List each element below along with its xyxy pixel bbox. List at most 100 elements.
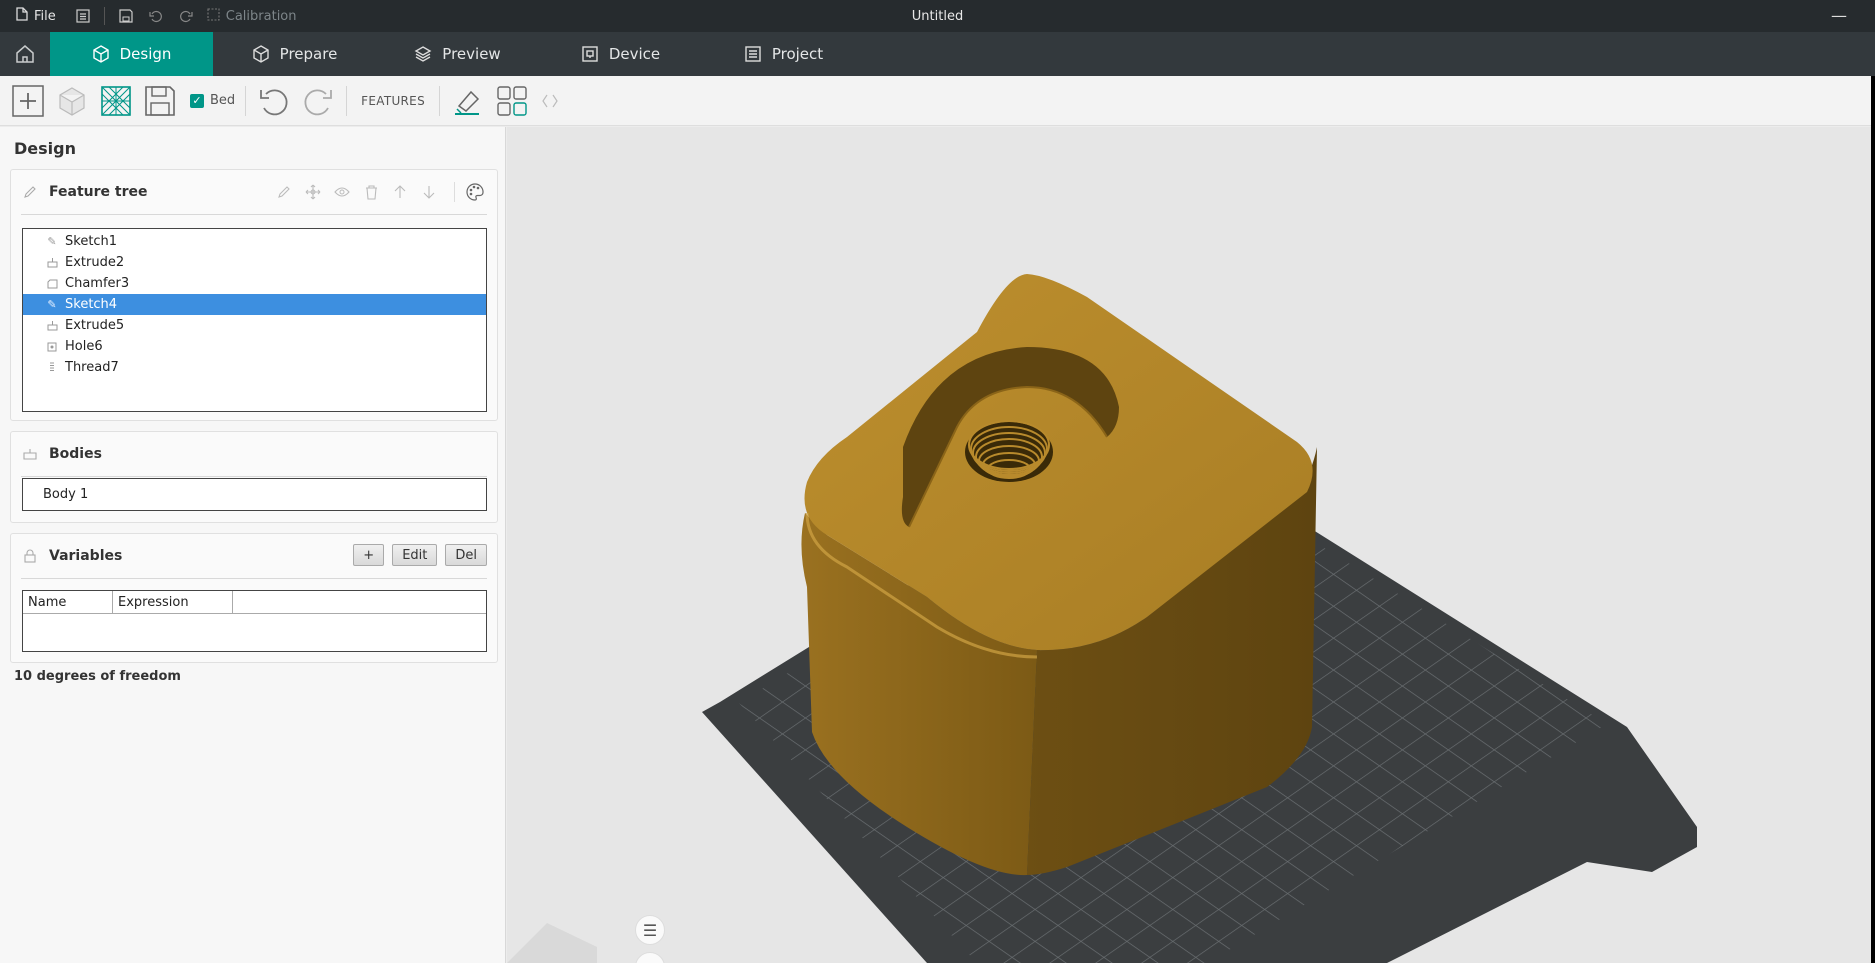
mesh-icon bbox=[101, 85, 131, 116]
degrees-of-freedom-status: 10 degrees of freedom bbox=[14, 669, 181, 684]
tab-prepare[interactable]: Prepare bbox=[213, 32, 376, 76]
tab-preview-label: Preview bbox=[442, 45, 501, 63]
move-up-arrow-icon[interactable] bbox=[390, 182, 410, 202]
header-rule bbox=[21, 578, 487, 579]
add-variable-button[interactable]: + bbox=[353, 544, 385, 566]
panel-title: Design bbox=[14, 139, 76, 158]
bed-checkbox[interactable]: ✓ bbox=[190, 93, 204, 108]
tree-item-extrude2[interactable]: Extrude2 bbox=[23, 252, 486, 273]
feature-tree-title: Feature tree bbox=[49, 184, 148, 200]
minimize-icon[interactable]: — bbox=[1831, 6, 1847, 25]
tree-item-label: Extrude2 bbox=[65, 255, 125, 270]
toolbar-divider bbox=[438, 85, 440, 116]
tree-item-chamfer3[interactable]: Chamfer3 bbox=[23, 273, 486, 294]
mesh-button[interactable] bbox=[98, 83, 134, 119]
tree-item-label: Sketch1 bbox=[65, 234, 118, 249]
tree-item-label: Extrude5 bbox=[65, 318, 125, 333]
pattern-button[interactable] bbox=[494, 83, 530, 119]
header-rule bbox=[21, 214, 487, 215]
pencil-icon: ✎ bbox=[47, 235, 57, 248]
toolbar-divider bbox=[346, 85, 348, 116]
feature-tree-actions bbox=[274, 182, 439, 202]
add-button[interactable] bbox=[10, 83, 46, 119]
delete-trash-icon[interactable] bbox=[361, 182, 381, 202]
visibility-eye-icon[interactable] bbox=[332, 182, 352, 202]
features-label: FEATURES bbox=[361, 93, 425, 108]
tab-project[interactable]: Project bbox=[702, 32, 865, 76]
toolbar-divider bbox=[245, 85, 247, 116]
calibration-menu[interactable]: Calibration bbox=[207, 0, 297, 32]
printer-icon bbox=[582, 46, 598, 62]
edit-feature-icon[interactable] bbox=[274, 182, 294, 202]
tree-item-label: Thread7 bbox=[65, 360, 119, 375]
extrude-icon bbox=[45, 320, 59, 331]
tree-item-sketch4[interactable]: ✎ Sketch4 bbox=[23, 294, 486, 315]
document-list-icon bbox=[745, 46, 761, 62]
variables-title: Variables bbox=[49, 548, 123, 564]
title-bar: File Calibration Untitled — bbox=[0, 0, 1875, 32]
thread-icon bbox=[45, 362, 59, 373]
3d-viewport[interactable]: ☰ bbox=[507, 127, 1875, 963]
cube-outline-icon bbox=[252, 45, 269, 63]
column-expression[interactable]: Expression bbox=[113, 591, 233, 613]
header-rule bbox=[21, 476, 487, 477]
layers-icon bbox=[414, 46, 432, 62]
lock-icon bbox=[11, 549, 49, 563]
home-button[interactable] bbox=[0, 32, 50, 76]
import-step-button[interactable] bbox=[54, 83, 90, 119]
chamfer-icon bbox=[45, 279, 59, 289]
bed-toggle[interactable]: ✓ Bed bbox=[190, 93, 235, 108]
chevron-left-right-icon bbox=[542, 94, 558, 107]
body-item[interactable]: Body 1 bbox=[43, 487, 88, 502]
extrude-icon bbox=[45, 257, 59, 268]
tree-item-thread7[interactable]: Thread7 bbox=[23, 357, 486, 378]
palette-icon[interactable] bbox=[463, 180, 487, 204]
redo-button[interactable] bbox=[300, 83, 336, 119]
pattern-icon bbox=[497, 85, 527, 116]
tree-item-label: Chamfer3 bbox=[65, 276, 130, 291]
tab-project-label: Project bbox=[771, 45, 824, 63]
tab-design[interactable]: Design bbox=[50, 32, 213, 76]
step-cube-icon bbox=[59, 86, 85, 116]
pencil-icon: ✎ bbox=[47, 298, 57, 311]
file-menu[interactable]: File bbox=[16, 0, 56, 32]
viewport-menu-icon[interactable]: ☰ bbox=[635, 915, 665, 945]
body-icon bbox=[11, 448, 49, 460]
delete-variable-button[interactable]: Del bbox=[445, 544, 487, 566]
tab-device[interactable]: Device bbox=[539, 32, 702, 76]
tab-preview[interactable]: Preview bbox=[376, 32, 539, 76]
add-box-icon bbox=[12, 84, 44, 117]
bodies-list: Body 1 bbox=[22, 478, 487, 511]
feature-tree-list: ✎ Sketch1 Extrude2 Chamfer3 ✎ Sketch4 Ex… bbox=[22, 228, 487, 412]
move-feature-icon[interactable] bbox=[303, 182, 323, 202]
sketch-eraser-icon bbox=[454, 90, 480, 115]
floppy-icon bbox=[145, 85, 175, 116]
window-right-edge bbox=[1871, 76, 1875, 963]
redo-icon[interactable] bbox=[171, 0, 201, 32]
tree-item-hole6[interactable]: Hole6 bbox=[23, 336, 486, 357]
sketch-button[interactable] bbox=[450, 83, 486, 119]
move-down-arrow-icon[interactable] bbox=[419, 182, 439, 202]
tree-item-label: Sketch4 bbox=[65, 297, 118, 312]
save-design-button[interactable] bbox=[142, 83, 178, 119]
undo-button[interactable] bbox=[256, 83, 292, 119]
variables-table-header: Name Expression bbox=[23, 591, 486, 614]
bodies-title: Bodies bbox=[49, 446, 102, 462]
bed-label: Bed bbox=[210, 93, 236, 108]
calibration-icon bbox=[207, 7, 220, 25]
titlebar-divider bbox=[103, 7, 105, 25]
calibration-label: Calibration bbox=[225, 8, 297, 24]
edit-variable-button[interactable]: Edit bbox=[392, 544, 438, 566]
list-menu-icon[interactable] bbox=[68, 0, 98, 32]
tree-item-sketch1[interactable]: ✎ Sketch1 bbox=[23, 231, 486, 252]
home-icon bbox=[16, 45, 34, 63]
save-icon[interactable] bbox=[111, 0, 141, 32]
column-name[interactable]: Name bbox=[23, 591, 113, 613]
scroll-features-button[interactable] bbox=[538, 83, 562, 119]
undo-icon[interactable] bbox=[141, 0, 171, 32]
file-menu-label: File bbox=[34, 8, 56, 24]
tab-design-label: Design bbox=[119, 45, 172, 63]
tree-item-extrude5[interactable]: Extrude5 bbox=[23, 315, 486, 336]
redo-arrow-icon bbox=[304, 89, 333, 115]
cube-icon bbox=[92, 45, 109, 63]
